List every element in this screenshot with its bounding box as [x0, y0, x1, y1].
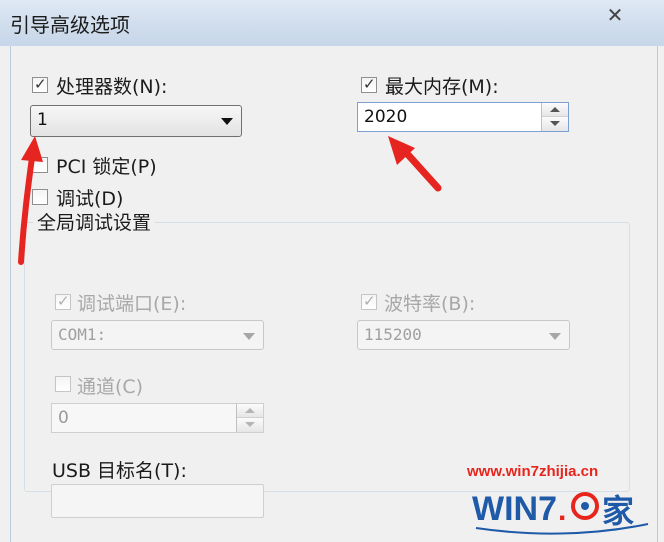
svg-text:家: 家	[602, 492, 634, 530]
watermark-url: www.win7zhijia.cn	[467, 463, 599, 480]
arrow-annotation-memory	[388, 136, 442, 192]
annotation-arrows	[18, 136, 442, 265]
svg-text:WIN7: WIN7	[472, 490, 557, 528]
arrow-annotation-processors	[18, 136, 43, 265]
svg-text:.: .	[558, 494, 566, 527]
win7-logo: WIN7 . 家	[472, 490, 649, 535]
